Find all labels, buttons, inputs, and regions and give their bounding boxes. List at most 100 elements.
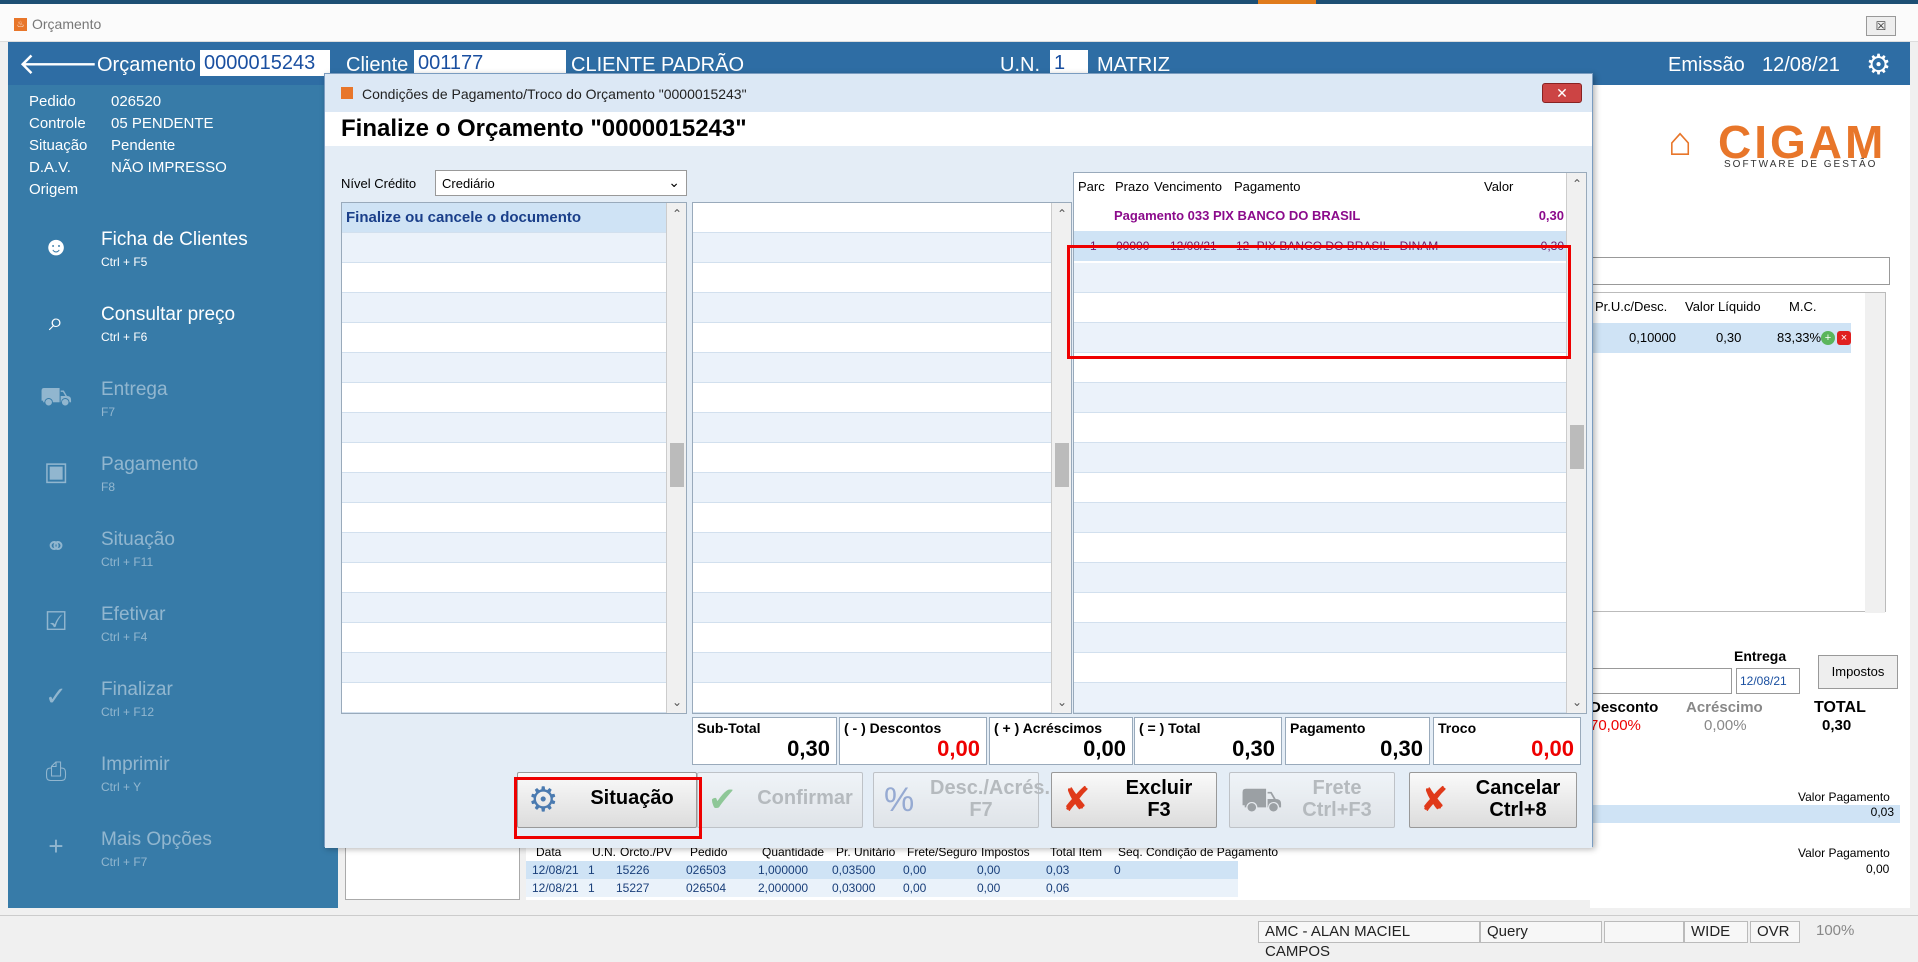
list-item[interactable] xyxy=(693,323,1053,353)
table-row[interactable]: 12/08/21 1 15227 026504 2,000000 0,03000 0,00 0… xyxy=(526,879,1238,897)
button-confirmar[interactable]: ✔ Confirmar xyxy=(697,772,863,828)
sidebar-item-shortcut: Ctrl + F11 xyxy=(101,555,154,569)
list-item[interactable] xyxy=(693,473,1053,503)
x-icon: ✘ xyxy=(1420,781,1449,819)
scroll-down-icon[interactable]: ⌄ xyxy=(1052,695,1071,709)
table-row[interactable]: 12/08/21 1 15226 026503 1,000000 0,03500 0,00 0… xyxy=(526,861,1238,879)
impostos-button[interactable]: Impostos xyxy=(1818,655,1898,689)
list-item[interactable] xyxy=(693,263,1053,293)
list-item[interactable] xyxy=(693,563,1053,593)
total-value: 0,30 xyxy=(1380,736,1423,761)
list-item[interactable] xyxy=(342,233,668,263)
list-item[interactable] xyxy=(342,323,668,353)
list-item[interactable] xyxy=(1074,563,1568,593)
list-item[interactable] xyxy=(693,383,1053,413)
payment-dialog: Condições de Pagamento/Troco do Orçament… xyxy=(324,73,1593,848)
list-item[interactable] xyxy=(342,383,668,413)
total-value: 0,00 xyxy=(1531,736,1574,761)
close-window-button[interactable]: ☒ xyxy=(1866,16,1896,36)
list-item[interactable] xyxy=(342,293,668,323)
list-item[interactable] xyxy=(1074,473,1568,503)
sidebar-item-finalizar[interactable]: ✓ Finalizar Ctrl + F12 xyxy=(8,675,338,737)
col-valor: Valor xyxy=(1484,179,1514,194)
scroll-up-icon[interactable]: ⌃ xyxy=(1052,207,1071,221)
field-left-of-entrega[interactable] xyxy=(1590,668,1732,694)
entrega-date-field[interactable]: 12/08/21 xyxy=(1736,668,1800,694)
button-excluir[interactable]: ✘ Excluir F3 xyxy=(1051,772,1217,828)
list-item[interactable] xyxy=(693,293,1053,323)
scroll-thumb[interactable] xyxy=(670,443,684,487)
list-item[interactable] xyxy=(693,623,1053,653)
list-item[interactable] xyxy=(693,233,1053,263)
status-list[interactable]: Finalize ou cancele o documento ⌃ ⌄ xyxy=(341,202,687,714)
list-item[interactable] xyxy=(693,443,1053,473)
orcamento-field[interactable]: 0000015243 xyxy=(200,50,330,76)
list-item[interactable]: Finalize ou cancele o documento xyxy=(342,203,668,233)
col-vencimento: Vencimento xyxy=(1154,179,1222,194)
scroll-down-icon[interactable]: ⌄ xyxy=(1567,695,1586,709)
close-dialog-button[interactable]: ✕ xyxy=(1542,83,1582,103)
list-item[interactable] xyxy=(342,353,668,383)
button-desc-acr-s-[interactable]: % Desc./Acrés. F7 xyxy=(873,772,1050,828)
sidebar-item-entrega[interactable]: ⛟ Entrega F7 xyxy=(8,375,338,437)
list-item[interactable] xyxy=(693,353,1053,383)
scroll-up-icon[interactable]: ⌃ xyxy=(1567,177,1586,191)
scroll-down-icon[interactable]: ⌄ xyxy=(667,695,686,709)
button-frete[interactable]: ⛟ Frete Ctrl+F3 xyxy=(1229,772,1395,828)
payment-group-row[interactable]: Pagamento 033 PIX BANCO DO BRASIL 0,30 xyxy=(1074,201,1568,231)
list-item-text: Finalize ou cancele o documento xyxy=(346,209,582,226)
list-item[interactable] xyxy=(693,203,1053,233)
add-icon[interactable]: + xyxy=(1821,331,1835,345)
list-item[interactable] xyxy=(1074,413,1568,443)
list-item[interactable] xyxy=(342,443,668,473)
list-item[interactable] xyxy=(342,533,668,563)
scroll-thumb[interactable] xyxy=(1055,443,1069,487)
scroll-up-icon[interactable]: ⌃ xyxy=(667,207,686,221)
dialog-app-icon xyxy=(341,87,353,99)
list-item[interactable] xyxy=(693,683,1053,713)
list-item[interactable] xyxy=(1074,593,1568,623)
list-item[interactable] xyxy=(342,503,668,533)
list-item[interactable] xyxy=(342,623,668,653)
list-item[interactable] xyxy=(1074,443,1568,473)
scroll-thumb[interactable] xyxy=(1570,425,1584,469)
list-item[interactable] xyxy=(693,503,1053,533)
back-arrow-icon[interactable]: 🡐 xyxy=(18,46,98,82)
status-zoom[interactable]: 100% xyxy=(1810,921,1900,943)
list-item[interactable] xyxy=(693,593,1053,623)
list-item[interactable] xyxy=(1074,623,1568,653)
sidebar-item-imprimir[interactable]: ⎙ Imprimir Ctrl + Y xyxy=(8,750,338,812)
list-item[interactable] xyxy=(693,653,1053,683)
list-item[interactable] xyxy=(342,563,668,593)
sidebar-item-situa-o[interactable]: ⚭ Situação Ctrl + F11 xyxy=(8,525,338,587)
list-item[interactable] xyxy=(342,413,668,443)
list-item[interactable] xyxy=(1074,503,1568,533)
button-cancelar[interactable]: ✘ Cancelar Ctrl+8 xyxy=(1409,772,1577,828)
table-row[interactable]: 0,10000 0,30 83,33% + × xyxy=(1591,323,1851,353)
remove-icon[interactable]: × xyxy=(1837,331,1851,345)
list-item[interactable] xyxy=(342,683,668,713)
list-item[interactable] xyxy=(342,593,668,623)
items-scrollbar[interactable] xyxy=(1865,293,1885,613)
sidebar-item-shortcut: Ctrl + F6 xyxy=(101,330,148,344)
nivel-credito-select[interactable]: Crediário ⌄ xyxy=(435,170,687,196)
list-item[interactable] xyxy=(1074,683,1568,713)
status-list-scrollbar[interactable]: ⌃ ⌄ xyxy=(666,203,686,713)
list-item[interactable] xyxy=(693,533,1053,563)
sidebar-item-mais-op-es[interactable]: + Mais Opções Ctrl + F7 xyxy=(8,825,338,887)
list-item[interactable] xyxy=(1074,533,1568,563)
settings-gear-icon[interactable]: ⚙ xyxy=(1866,48,1891,81)
list-item[interactable] xyxy=(1074,653,1568,683)
sidebar-item-consultar-pre-o[interactable]: ⌕ Consultar preço Ctrl + F6 xyxy=(8,300,338,362)
list-item[interactable] xyxy=(1074,383,1568,413)
sidebar-item-ficha-de-clientes[interactable]: ☻ Ficha de Clientes Ctrl + F5 xyxy=(8,225,338,287)
sidebar-item-efetivar[interactable]: ☑ Efetivar Ctrl + F4 xyxy=(8,600,338,662)
list-item[interactable] xyxy=(342,473,668,503)
middle-list[interactable]: ⌃ ⌄ xyxy=(692,202,1072,714)
sidebar-item-shortcut: F7 xyxy=(101,405,116,419)
list-item[interactable] xyxy=(693,413,1053,443)
sidebar-item-pagamento[interactable]: ▣ Pagamento F8 xyxy=(8,450,338,512)
search-field[interactable] xyxy=(1590,257,1890,285)
list-item[interactable] xyxy=(342,653,668,683)
list-item[interactable] xyxy=(342,263,668,293)
